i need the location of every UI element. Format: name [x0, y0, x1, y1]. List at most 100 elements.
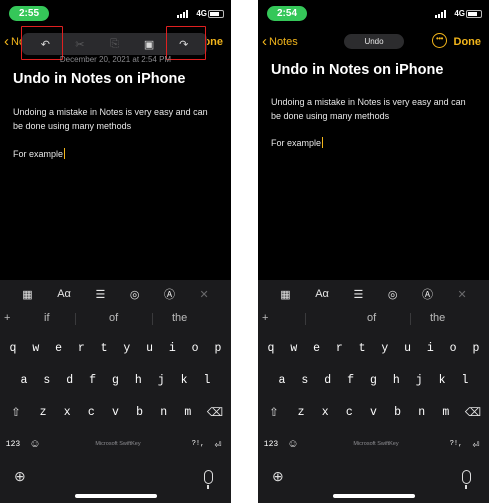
globe-icon[interactable]: ⊕ [14, 468, 26, 485]
checklist-icon[interactable]: ☰ [95, 288, 105, 301]
emoji-key[interactable]: ☺ [25, 433, 45, 455]
numbers-key[interactable]: 123 [3, 433, 23, 455]
key[interactable]: q [3, 337, 23, 359]
key[interactable]: i [162, 337, 182, 359]
key[interactable]: h [386, 369, 406, 391]
key[interactable]: k [174, 369, 194, 391]
checklist-icon[interactable]: ☰ [353, 288, 363, 301]
key[interactable]: h [128, 369, 148, 391]
camera-icon[interactable]: ◎ [388, 288, 398, 301]
key[interactable]: v [106, 401, 126, 423]
suggestion-item[interactable]: of [109, 312, 118, 324]
key[interactable]: o [443, 337, 463, 359]
key[interactable]: d [318, 369, 338, 391]
key[interactable]: l [197, 369, 217, 391]
note-title[interactable]: Undo in Notes on iPhone [13, 71, 185, 87]
microphone-icon[interactable] [462, 470, 471, 489]
key[interactable]: d [60, 369, 80, 391]
note-body[interactable]: Undoing a mistake in Notes is very easy … [13, 105, 218, 133]
backspace-key[interactable]: ⌫ [460, 401, 486, 423]
camera-icon[interactable]: ◎ [130, 288, 140, 301]
key[interactable]: y [117, 337, 137, 359]
key[interactable]: l [455, 369, 475, 391]
key[interactable]: k [432, 369, 452, 391]
key[interactable]: m [178, 401, 198, 423]
key[interactable]: n [412, 401, 432, 423]
key[interactable]: s [37, 369, 57, 391]
emoji-key[interactable]: ☺ [283, 433, 303, 455]
plus-icon[interactable]: + [4, 312, 10, 324]
note-example-line[interactable]: For example [13, 148, 66, 159]
back-button[interactable]: ‹ Notes [262, 34, 298, 49]
key[interactable]: b [130, 401, 150, 423]
key[interactable]: e [49, 337, 69, 359]
suggestion-item[interactable]: the [172, 312, 187, 324]
space-bar[interactable]: Microsoft SwiftKey [316, 433, 436, 455]
punctuation-key[interactable]: ?!, [446, 433, 466, 455]
key[interactable]: u [398, 337, 418, 359]
key[interactable]: x [57, 401, 77, 423]
key[interactable]: x [315, 401, 335, 423]
key[interactable]: w [284, 337, 304, 359]
suggestion-item[interactable]: if [44, 312, 50, 324]
key[interactable]: r [71, 337, 91, 359]
key[interactable]: o [185, 337, 205, 359]
key[interactable]: s [295, 369, 315, 391]
markup-icon[interactable]: Ⓐ [164, 286, 175, 302]
key[interactable]: z [33, 401, 53, 423]
key[interactable]: n [154, 401, 174, 423]
punctuation-key[interactable]: ?!, [188, 433, 208, 455]
key[interactable]: t [352, 337, 372, 359]
key[interactable]: g [106, 369, 126, 391]
table-icon[interactable]: ▦ [22, 288, 32, 301]
shift-key[interactable]: ⇧ [3, 401, 29, 423]
shift-key[interactable]: ⇧ [261, 401, 287, 423]
key[interactable]: m [436, 401, 456, 423]
key[interactable]: e [307, 337, 327, 359]
note-title[interactable]: Undo in Notes on iPhone [271, 62, 443, 78]
key[interactable]: c [81, 401, 101, 423]
numbers-key[interactable]: 123 [261, 433, 281, 455]
home-indicator[interactable] [75, 494, 157, 498]
key[interactable]: p [466, 337, 486, 359]
microphone-icon[interactable] [204, 470, 213, 489]
key[interactable]: t [94, 337, 114, 359]
note-example-line[interactable]: For example [271, 137, 324, 148]
key[interactable]: w [26, 337, 46, 359]
close-icon[interactable]: ✕ [458, 288, 467, 301]
globe-icon[interactable]: ⊕ [272, 468, 284, 485]
cut-icon[interactable]: ✂ [70, 38, 90, 51]
key[interactable]: f [341, 369, 361, 391]
key[interactable]: r [329, 337, 349, 359]
key[interactable]: a [14, 369, 34, 391]
key[interactable]: g [364, 369, 384, 391]
table-icon[interactable]: ▦ [280, 288, 290, 301]
key[interactable]: c [339, 401, 359, 423]
key[interactable]: i [420, 337, 440, 359]
undo-button[interactable]: Undo [344, 34, 404, 49]
key[interactable]: y [375, 337, 395, 359]
done-button[interactable]: Done [454, 36, 482, 48]
markup-icon[interactable]: Ⓐ [422, 286, 433, 302]
paste-icon[interactable]: ▣ [139, 38, 159, 51]
text-format-icon[interactable]: Aα [57, 288, 71, 300]
backspace-key[interactable]: ⌫ [202, 401, 228, 423]
copy-icon[interactable]: ⎘ [104, 38, 124, 51]
home-indicator[interactable] [333, 494, 415, 498]
key[interactable]: z [291, 401, 311, 423]
key[interactable]: v [364, 401, 384, 423]
close-icon[interactable]: ✕ [200, 288, 209, 301]
key[interactable]: b [388, 401, 408, 423]
return-key[interactable]: ⏎ [208, 433, 228, 455]
key[interactable]: j [409, 369, 429, 391]
key[interactable]: f [83, 369, 103, 391]
more-options-icon[interactable]: ••• [432, 33, 447, 48]
key[interactable]: j [151, 369, 171, 391]
key[interactable]: a [272, 369, 292, 391]
note-body[interactable]: Undoing a mistake in Notes is very easy … [271, 95, 476, 123]
plus-icon[interactable]: + [262, 312, 268, 324]
key[interactable]: q [261, 337, 281, 359]
text-format-icon[interactable]: Aα [315, 288, 329, 300]
space-bar[interactable]: Microsoft SwiftKey [58, 433, 178, 455]
suggestion-item[interactable]: of [367, 312, 376, 324]
